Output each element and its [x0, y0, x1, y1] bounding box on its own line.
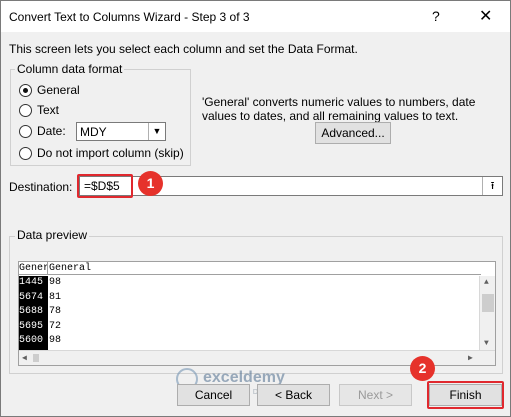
back-button[interactable]: < Back	[257, 384, 330, 406]
radio-date-label: Date:	[37, 124, 66, 138]
scroll-right-icon[interactable]: ▶	[468, 353, 473, 363]
preview-column-1[interactable]: 1445 5674 5688 5695 5600	[19, 276, 48, 351]
preview-header-col2[interactable]: General	[49, 262, 91, 275]
next-button[interactable]: Next >	[339, 384, 412, 406]
preview-header-row: General General	[19, 262, 481, 275]
step-badge-1: 1	[138, 171, 163, 196]
date-format-select[interactable]: MDY ▼	[76, 122, 166, 141]
advanced-button[interactable]: Advanced...	[315, 122, 391, 144]
preview-cell: 98	[49, 277, 62, 288]
preview-column-2[interactable]: 98 81 78 72 98	[49, 276, 61, 349]
preview-cell: 81	[49, 291, 62, 303]
vertical-scroll-thumb[interactable]	[482, 294, 494, 312]
chevron-down-icon[interactable]: ▼	[148, 123, 165, 140]
scroll-down-icon[interactable]: ▼	[484, 339, 489, 348]
date-format-value: MDY	[80, 125, 107, 139]
preview-cell: 5688	[19, 306, 44, 317]
scroll-up-icon[interactable]: ▲	[484, 278, 489, 287]
preview-cell: 1445	[19, 277, 44, 288]
radio-date[interactable]: Date:	[19, 122, 66, 140]
radio-text-label: Text	[37, 103, 60, 117]
preview-cell: 98	[49, 335, 62, 346]
preview-vertical-scrollbar[interactable]: ▲ ▼	[479, 276, 495, 351]
radio-general-indicator[interactable]	[19, 83, 32, 97]
close-icon[interactable]: ✕	[479, 6, 492, 26]
horizontal-scroll-thumb[interactable]	[33, 354, 39, 362]
radio-skip-indicator[interactable]	[19, 146, 32, 160]
preview-cell: 72	[49, 320, 62, 332]
data-preview-legend: Data preview	[15, 228, 90, 242]
radio-date-indicator[interactable]	[19, 124, 32, 138]
window-title: Convert Text to Columns Wizard - Step 3 …	[9, 10, 250, 24]
preview-header-col1[interactable]: General	[19, 262, 48, 275]
data-preview-grid[interactable]: General General 1445 5674 5688 5695 5600…	[18, 261, 496, 366]
help-icon[interactable]: ?	[432, 8, 440, 24]
title-bar: Convert Text to Columns Wizard - Step 3 …	[1, 1, 510, 32]
preview-cell: 5600	[19, 335, 44, 346]
step-badge-2: 2	[410, 356, 435, 381]
radio-skip-label: Do not import column (skip)	[37, 146, 184, 160]
radio-general-label: General	[37, 83, 80, 97]
preview-cell: 5674	[19, 291, 44, 303]
destination-label: Destination:	[9, 180, 73, 194]
destination-highlight	[77, 174, 133, 198]
collapse-dialog-icon[interactable]: ⭱	[482, 177, 502, 195]
radio-text-indicator[interactable]	[19, 103, 32, 117]
radio-skip[interactable]: Do not import column (skip)	[19, 144, 184, 162]
text-to-columns-dialog: Convert Text to Columns Wizard - Step 3 …	[0, 0, 511, 417]
format-description: 'General' converts numeric values to num…	[202, 95, 476, 123]
scroll-left-icon[interactable]: ◀	[22, 353, 27, 363]
column-format-legend: Column data format	[15, 62, 125, 76]
radio-text[interactable]: Text	[19, 101, 59, 119]
preview-cell: 5695	[19, 320, 44, 332]
radio-general[interactable]: General	[19, 81, 80, 99]
finish-highlight	[427, 381, 504, 409]
cancel-button[interactable]: Cancel	[177, 384, 250, 406]
preview-cell: 78	[49, 306, 62, 317]
intro-text: This screen lets you select each column …	[9, 42, 358, 56]
